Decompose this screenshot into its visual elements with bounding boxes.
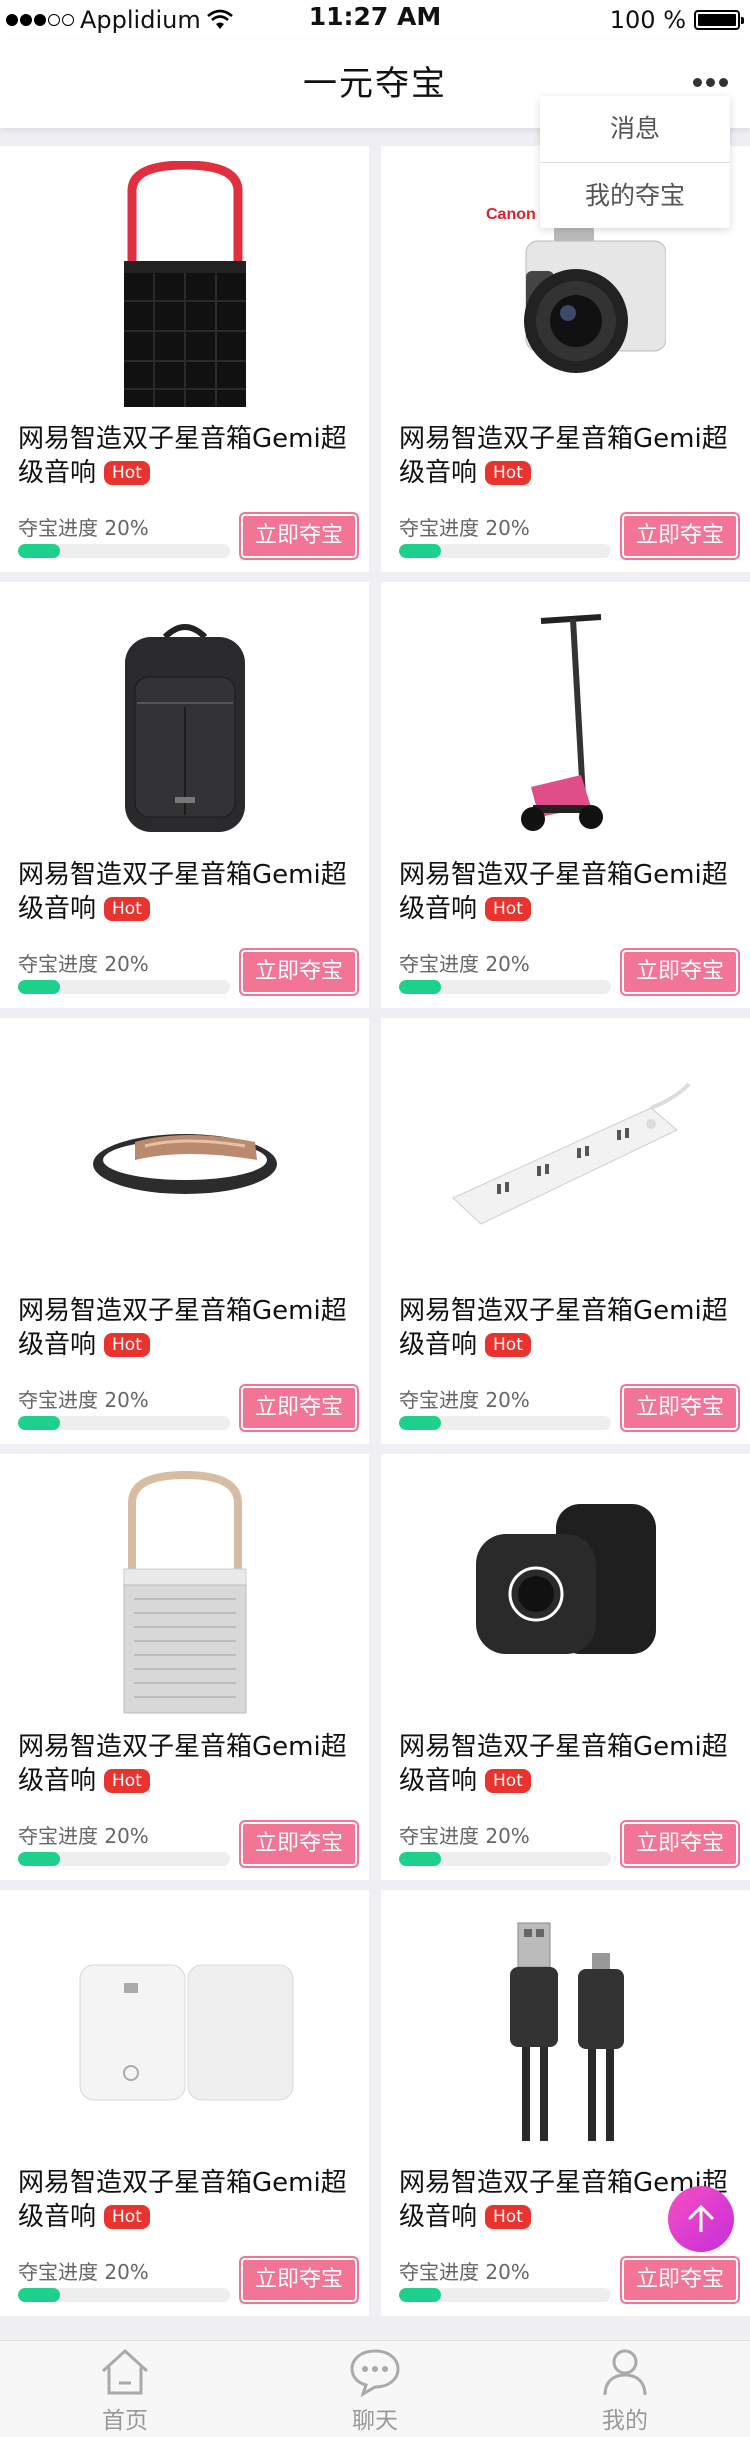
progress-bar <box>18 1852 230 1866</box>
progress-label: 夺宝进度 20% <box>399 952 530 976</box>
progress-bar <box>399 544 611 558</box>
product-title: 网易智造双子星音箱Gemi超级音响 Hot <box>399 1732 728 1796</box>
progress-label: 夺宝进度 20% <box>399 1388 530 1412</box>
white-router-image <box>0 1890 369 2170</box>
hot-badge: Hot <box>485 1333 531 1357</box>
smart-speaker-black-image <box>381 1454 750 1734</box>
user-icon <box>603 2349 647 2396</box>
product-card[interactable]: 网易智造双子星音箱Gemi超级音响 Hot 夺宝进度 20% 立即夺宝 <box>381 1018 750 1444</box>
progress-bar <box>399 2288 611 2302</box>
progress-bar <box>18 2288 230 2302</box>
hot-badge: Hot <box>485 1769 531 1793</box>
tab-chat[interactable]: 聊天 <box>315 2341 435 2437</box>
speaker-beige-handle-image <box>0 1454 369 1734</box>
hot-badge: Hot <box>104 897 150 921</box>
electric-scooter-image <box>381 582 750 862</box>
menu-item-messages[interactable]: 消息 <box>540 96 730 162</box>
product-card[interactable]: 网易智造双子星音箱Gemi超级音响 Hot 夺宝进度 20% 立即夺宝 <box>381 1454 750 1880</box>
speaker-red-handle-image <box>0 146 369 426</box>
progress-label: 夺宝进度 20% <box>18 516 149 540</box>
tab-home[interactable]: 首页 <box>65 2341 185 2437</box>
product-title: 网易智造双子星音箱Gemi超级音响 Hot <box>399 424 728 488</box>
hot-badge: Hot <box>485 897 531 921</box>
more-menu: 消息 我的夺宝 <box>540 96 730 228</box>
progress-label: 夺宝进度 20% <box>18 2260 149 2284</box>
buy-now-button[interactable]: 立即夺宝 <box>239 948 359 996</box>
arrow-up-icon <box>687 2204 715 2232</box>
progress-bar <box>399 1416 611 1430</box>
product-card[interactable]: 网易智造双子星音箱Gemi超级音响 Hot 夺宝进度 20% 立即夺宝 <box>0 1890 369 2316</box>
progress-bar <box>18 1416 230 1430</box>
buy-now-button[interactable]: 立即夺宝 <box>239 2256 359 2304</box>
product-title: 网易智造双子星音箱Gemi超级音响 Hot <box>399 860 728 924</box>
buy-now-button[interactable]: 立即夺宝 <box>620 1820 740 1868</box>
hot-badge: Hot <box>104 1333 150 1357</box>
hot-badge: Hot <box>104 2205 150 2229</box>
hot-badge: Hot <box>485 2205 531 2229</box>
hot-badge: Hot <box>485 461 531 485</box>
hot-badge: Hot <box>104 461 150 485</box>
tab-label: 首页 <box>102 2408 148 2434</box>
progress-label: 夺宝进度 20% <box>399 2260 530 2284</box>
product-title: 网易智造双子星音箱Gemi超级音响 Hot <box>18 1732 347 1796</box>
buy-now-button[interactable]: 立即夺宝 <box>620 1384 740 1432</box>
tab-label: 聊天 <box>352 2408 398 2434</box>
buy-now-button[interactable]: 立即夺宝 <box>239 512 359 560</box>
buy-now-button[interactable]: 立即夺宝 <box>620 948 740 996</box>
usb-cable-image <box>381 1890 750 2170</box>
battery-percent: 100 % <box>609 6 686 34</box>
progress-label: 夺宝进度 20% <box>18 1824 149 1848</box>
progress-bar <box>18 544 230 558</box>
battery-icon <box>694 10 744 30</box>
product-title: 网易智造双子星音箱Gemi超级音响 Hot <box>18 2168 347 2232</box>
hot-badge: Hot <box>104 1769 150 1793</box>
progress-label: 夺宝进度 20% <box>18 1388 149 1412</box>
chat-icon <box>350 2349 400 2397</box>
buy-now-button[interactable]: 立即夺宝 <box>239 1820 359 1868</box>
buy-now-button[interactable]: 立即夺宝 <box>239 1384 359 1432</box>
menu-item-my-treasures[interactable]: 我的夺宝 <box>540 162 730 228</box>
progress-bar <box>399 1852 611 1866</box>
product-card[interactable]: 网易智造双子星音箱Gemi超级音响 Hot 夺宝进度 20% 立即夺宝 <box>0 582 369 1008</box>
progress-bar <box>18 980 230 994</box>
power-strip-image <box>381 1018 750 1298</box>
product-card[interactable]: 网易智造双子星音箱Gemi超级音响 Hot 夺宝进度 20% 立即夺宝 <box>381 582 750 1008</box>
fitness-band-image <box>0 1018 369 1298</box>
tab-label: 我的 <box>602 2408 648 2434</box>
brand-text: Canon <box>486 206 536 223</box>
product-title: 网易智造双子星音箱Gemi超级音响 Hot <box>18 424 347 488</box>
product-title: 网易智造双子星音箱Gemi超级音响 Hot <box>399 1296 728 1360</box>
buy-now-button[interactable]: 立即夺宝 <box>620 512 740 560</box>
status-bar: Applidium 11:27 AM 100 % <box>0 0 750 40</box>
buy-now-button[interactable]: 立即夺宝 <box>620 2256 740 2304</box>
progress-label: 夺宝进度 20% <box>399 516 530 540</box>
backpack-image <box>0 582 369 862</box>
product-card[interactable]: 网易智造双子星音箱Gemi超级音响 Hot 夺宝进度 20% 立即夺宝 <box>381 1890 750 2316</box>
product-card[interactable]: 网易智造双子星音箱Gemi超级音响 Hot 夺宝进度 20% 立即夺宝 <box>0 1018 369 1444</box>
back-to-top-button[interactable] <box>668 2186 734 2252</box>
more-dots-icon[interactable] <box>688 64 732 100</box>
product-card[interactable]: 网易智造双子星音箱Gemi超级音响 Hot 夺宝进度 20% 立即夺宝 <box>0 1454 369 1880</box>
tab-me[interactable]: 我的 <box>565 2341 685 2437</box>
progress-label: 夺宝进度 20% <box>18 952 149 976</box>
battery-status: 100 % <box>609 4 744 36</box>
progress-bar <box>399 980 611 994</box>
product-title: 网易智造双子星音箱Gemi超级音响 Hot <box>18 860 347 924</box>
tab-bar: 首页 聊天 我的 <box>0 2340 750 2437</box>
home-icon <box>101 2348 149 2395</box>
product-card[interactable]: 网易智造双子星音箱Gemi超级音响 Hot 夺宝进度 20% 立即夺宝 <box>0 146 369 572</box>
product-grid: 网易智造双子星音箱Gemi超级音响 Hot 夺宝进度 20% 立即夺宝 Canon… <box>0 146 750 2316</box>
progress-label: 夺宝进度 20% <box>399 1824 530 1848</box>
product-title: 网易智造双子星音箱Gemi超级音响 Hot <box>18 1296 347 1360</box>
